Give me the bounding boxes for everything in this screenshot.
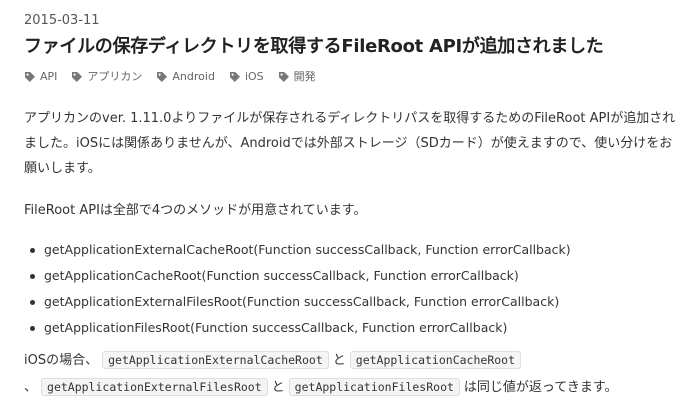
tag-label: Android [172, 70, 215, 83]
code-files-root: getApplicationFilesRoot [288, 378, 460, 396]
code-external-cache-root: getApplicationExternalCacheRoot [102, 351, 329, 369]
tag-applican[interactable]: アプリカン [71, 69, 142, 85]
ios-note-line-1: iOSの場合、 getApplicationExternalCacheRoot と g… [24, 347, 684, 374]
tag-development[interactable]: 開発 [278, 69, 316, 85]
list-item: getApplicationExternalCacheRoot(Function… [24, 237, 697, 263]
bullet-icon [30, 248, 35, 253]
list-item: getApplicationCacheRoot(Function success… [24, 263, 697, 289]
ios-note-paragraph: iOSの場合、 getApplicationExternalCacheRoot と g… [24, 347, 684, 401]
tag-icon [157, 72, 168, 82]
ios-note-line-2: 、 getApplicationExternalFilesRoot と getAppl… [24, 374, 684, 401]
tag-icon [25, 72, 35, 82]
tag-label: API [40, 70, 58, 83]
tag-label: iOS [244, 70, 264, 83]
tag-icon [278, 72, 289, 82]
code-external-files-root: getApplicationExternalFilesRoot [41, 378, 268, 396]
conjunction-text: と [271, 380, 285, 395]
tag-label: アプリカン [87, 70, 143, 83]
tag-label: 開発 [293, 70, 316, 83]
bullet-icon [30, 300, 35, 305]
tag-ios[interactable]: iOS [229, 69, 264, 85]
tag-list: API アプリカン Android iOS 開発 [24, 68, 697, 86]
list-item: getApplicationFilesRoot(Function success… [24, 315, 697, 341]
summary-paragraph: FileRoot APIは全部で4つのメソッドが用意されています。 [24, 203, 367, 218]
conjunction-text: と [332, 353, 346, 368]
method-signature: getApplicationCacheRoot(Function success… [44, 268, 519, 283]
separator-text: 、 [24, 380, 38, 395]
bullet-icon [30, 326, 35, 331]
method-signature: getApplicationExternalCacheRoot(Function… [44, 242, 571, 257]
tag-icon [229, 72, 240, 82]
post-date: 2015-03-11 [24, 13, 100, 28]
article: 2015-03-11 ファイルの保存ディレクトリを取得するFileRoot AP… [0, 0, 697, 408]
list-item: getApplicationExternalFilesRoot(Function… [24, 289, 697, 315]
ios-note-prefix: iOSの場合、 [24, 353, 99, 368]
ios-note-suffix: は同じ値が返ってきます。 [463, 380, 618, 395]
intro-paragraph: アプリカンのver. 1.11.0よりファイルが保存されるディレクトリパスを取得… [24, 111, 676, 176]
article-title[interactable]: ファイルの保存ディレクトリを取得するFileRoot APIが追加されました [24, 34, 697, 60]
code-cache-root: getApplicationCacheRoot [349, 351, 522, 369]
bullet-icon [30, 274, 35, 279]
tag-icon [72, 72, 83, 82]
method-list: getApplicationExternalCacheRoot(Function… [24, 237, 697, 341]
method-signature: getApplicationExternalFilesRoot(Function… [44, 294, 560, 309]
tag-api[interactable]: API [24, 69, 57, 85]
method-signature: getApplicationFilesRoot(Function success… [44, 320, 508, 335]
tag-android[interactable]: Android [156, 69, 215, 85]
